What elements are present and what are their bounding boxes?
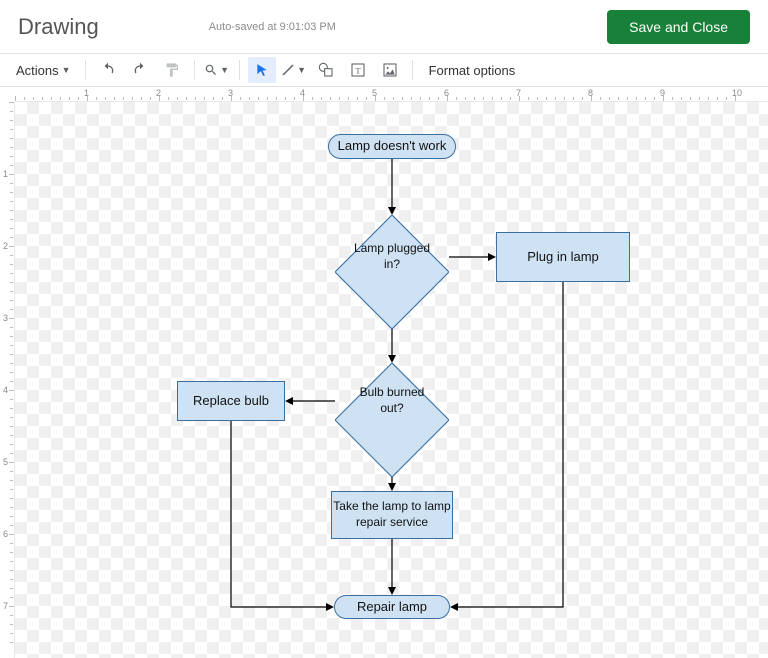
modal-header: Drawing Auto-saved at 9:01:03 PM Save an…	[0, 0, 768, 53]
line-tool[interactable]: ▼	[280, 57, 308, 83]
node-burned-decision[interactable]: Bulb burned out?	[335, 363, 449, 439]
select-tool[interactable]	[248, 57, 276, 83]
node-label: Plug in lamp	[527, 249, 599, 266]
format-options-button[interactable]: Format options	[421, 63, 524, 78]
node-replace[interactable]: Replace bulb	[177, 381, 285, 421]
chevron-down-icon: ▼	[62, 65, 71, 75]
zoom-menu[interactable]: ▼	[203, 57, 231, 83]
paint-format-button[interactable]	[158, 57, 186, 83]
node-label: Repair lamp	[357, 599, 427, 616]
vertical-ruler: 1234567	[0, 102, 15, 658]
node-label: Take the lamp to lamp repair service	[332, 499, 452, 530]
shape-tool[interactable]	[312, 57, 340, 83]
node-repair-service[interactable]: Take the lamp to lamp repair service	[331, 491, 453, 539]
node-start[interactable]: Lamp doesn't work	[328, 134, 456, 159]
toolbar: Actions ▼ ▼ ▼ T Format options	[0, 53, 768, 87]
redo-button[interactable]	[126, 57, 154, 83]
separator	[412, 60, 413, 80]
separator	[194, 60, 195, 80]
separator	[239, 60, 240, 80]
drawing-canvas[interactable]: Lamp doesn't work Lamp plugged in? Plug …	[15, 102, 768, 658]
actions-menu[interactable]: Actions ▼	[14, 63, 77, 78]
undo-button[interactable]	[94, 57, 122, 83]
node-label: Lamp plugged in?	[352, 241, 432, 272]
modal-title: Drawing	[18, 14, 99, 40]
textbox-tool[interactable]: T	[344, 57, 372, 83]
image-tool[interactable]	[376, 57, 404, 83]
actions-label: Actions	[16, 63, 59, 78]
svg-text:T: T	[355, 65, 361, 75]
node-plugged-decision[interactable]: Lamp plugged in?	[335, 215, 449, 299]
node-label: Bulb burned out?	[352, 385, 432, 416]
horizontal-ruler: 12345678910	[15, 87, 768, 102]
autosave-status: Auto-saved at 9:01:03 PM	[209, 21, 336, 33]
node-end[interactable]: Repair lamp	[334, 595, 450, 619]
node-label: Lamp doesn't work	[338, 138, 447, 155]
node-plugin[interactable]: Plug in lamp	[496, 232, 630, 282]
save-close-button[interactable]: Save and Close	[607, 10, 750, 44]
node-label: Replace bulb	[193, 393, 269, 410]
separator	[85, 60, 86, 80]
